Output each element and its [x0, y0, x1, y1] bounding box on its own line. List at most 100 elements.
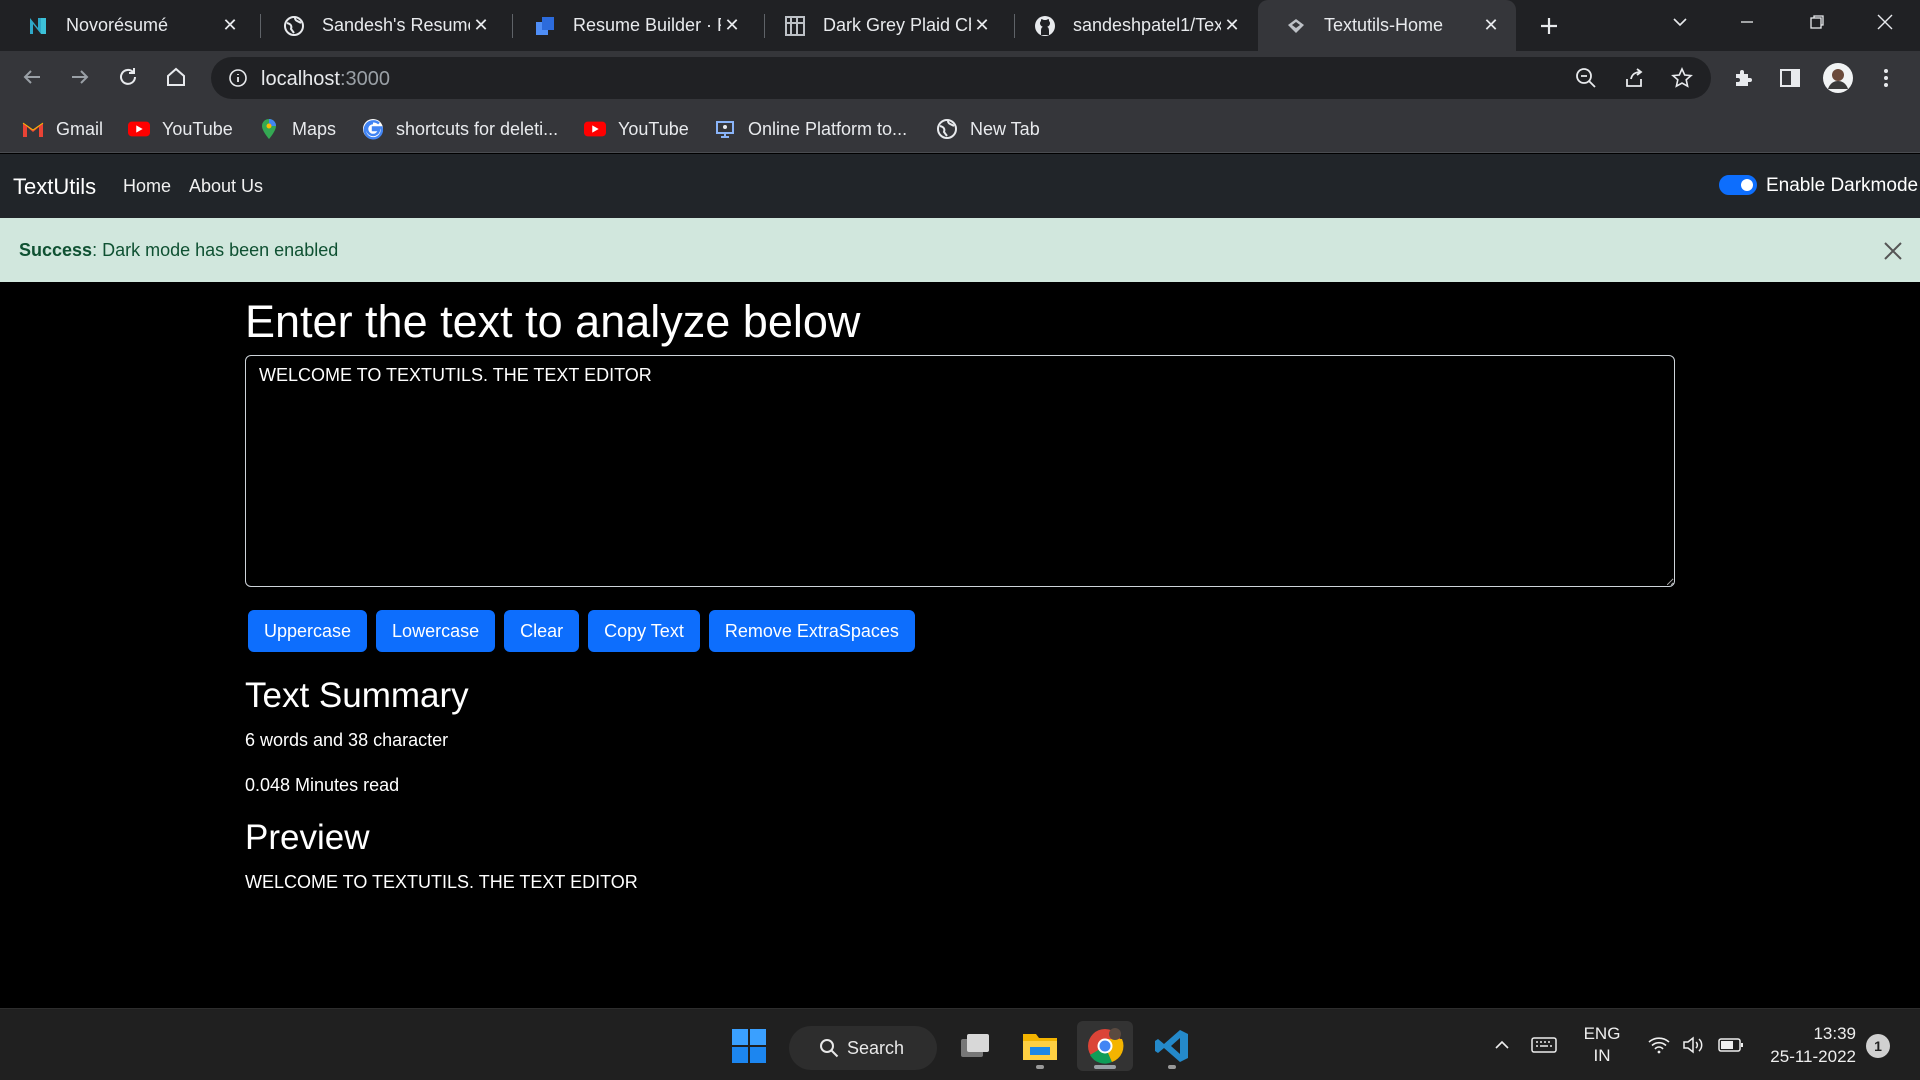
bookmark-gmail[interactable]: Gmail: [22, 116, 103, 142]
task-view-icon: [961, 1034, 989, 1057]
notification-badge[interactable]: 1: [1866, 1034, 1890, 1058]
side-panel-button[interactable]: [1773, 61, 1807, 95]
language-indicator[interactable]: ENG IN: [1578, 1009, 1626, 1080]
platform-icon: [714, 118, 736, 140]
close-tab-icon[interactable]: ✕: [721, 15, 743, 37]
tab-textutils-home[interactable]: Textutils-Home ✕: [1258, 0, 1516, 51]
file-explorer-button[interactable]: [1012, 1021, 1068, 1071]
chrome-icon: [1088, 1028, 1124, 1064]
bookmark-label: Online Platform to...: [748, 118, 908, 139]
lang-region: IN: [1593, 1046, 1611, 1065]
tab-github[interactable]: sandeshpatel1/Textu ✕: [1007, 0, 1257, 51]
address-bar[interactable]: localhost:3000: [211, 57, 1711, 99]
bookmark-label: YouTube: [618, 118, 689, 139]
youtube-icon: [584, 118, 606, 140]
github-icon: [1033, 14, 1057, 38]
plaid-icon: [783, 14, 807, 38]
start-button[interactable]: [721, 1021, 777, 1071]
running-indicator: [1094, 1065, 1116, 1069]
chrome-menu-button[interactable]: [1869, 61, 1903, 95]
read-time: 0.048 Minutes read: [245, 775, 400, 795]
wifi-status[interactable]: [1644, 1009, 1674, 1080]
close-tab-icon[interactable]: ✕: [219, 15, 241, 37]
battery-status[interactable]: [1714, 1009, 1748, 1080]
novoresume-icon: [26, 14, 50, 38]
arrow-left-icon: [23, 70, 40, 84]
forward-button[interactable]: [62, 59, 98, 95]
navbar-brand[interactable]: TextUtils: [13, 174, 96, 200]
site-info-icon[interactable]: [225, 65, 251, 91]
chrome-taskbar-button[interactable]: [1077, 1021, 1133, 1071]
reload-icon: [120, 68, 136, 85]
taskbar-search[interactable]: Search: [789, 1026, 937, 1070]
avatar-icon: [1823, 63, 1853, 93]
restore-icon: [1810, 15, 1824, 29]
page-title: Enter the text to analyze below: [245, 296, 861, 347]
home-icon: [167, 67, 185, 86]
battery-icon: [1718, 1038, 1743, 1052]
wifi-icon: [1648, 1037, 1670, 1054]
close-tab-icon[interactable]: ✕: [1480, 15, 1502, 37]
darkmode-toggle[interactable]: [1719, 175, 1757, 195]
preview-text: WELCOME TO TEXTUTILS. THE TEXT EDITOR: [245, 872, 638, 892]
url-host: localhost: [261, 68, 340, 90]
vscode-taskbar-button[interactable]: [1144, 1021, 1200, 1071]
task-view-button[interactable]: [947, 1021, 1003, 1071]
new-tab-button[interactable]: [1532, 9, 1566, 43]
bookmark-shortcuts[interactable]: shortcuts for deleti...: [362, 116, 558, 142]
tab-title: Textutils-Home: [1324, 15, 1444, 35]
bookmark-youtube[interactable]: YouTube: [128, 116, 233, 142]
back-button[interactable]: [14, 59, 50, 95]
tab-title: sandeshpatel1/Textu: [1073, 15, 1221, 35]
bookmark-maps[interactable]: Maps: [258, 116, 336, 142]
bookmark-new-tab[interactable]: New Tab: [936, 116, 1040, 142]
chevron-up-icon: [1495, 1040, 1509, 1049]
lowercase-button[interactable]: Lowercase: [376, 610, 496, 652]
clock[interactable]: 13:39 25-11-2022: [1760, 1009, 1856, 1080]
tab-search-button[interactable]: [1650, 0, 1710, 44]
gmail-icon: [22, 118, 44, 140]
tab-dark-grey-plaid[interactable]: Dark Grey Plaid Che ✕: [757, 0, 1007, 51]
alert-type: Success: [19, 240, 93, 260]
nav-link-about[interactable]: About Us: [189, 176, 263, 197]
globe-icon: [282, 14, 306, 38]
home-button[interactable]: [158, 59, 194, 95]
running-indicator: [1168, 1065, 1176, 1069]
search-label: Search: [847, 1037, 905, 1058]
textutils-icon: [1284, 14, 1308, 38]
share-icon[interactable]: [1621, 65, 1647, 91]
clear-button[interactable]: Clear: [504, 610, 580, 652]
minimize-button[interactable]: [1717, 0, 1777, 44]
lang-code: ENG: [1583, 1024, 1621, 1043]
remove-extraspaces-button[interactable]: Remove ExtraSpaces: [708, 610, 915, 652]
alert-message: : Dark mode has been enabled: [92, 240, 339, 260]
restore-button[interactable]: [1787, 0, 1847, 44]
chevron-down-icon: [1673, 18, 1687, 27]
uppercase-button[interactable]: Uppercase: [248, 610, 368, 652]
reload-button[interactable]: [110, 59, 146, 95]
volume-status[interactable]: [1679, 1009, 1709, 1080]
bookmark-online-platform[interactable]: Online Platform to...: [714, 116, 907, 142]
side-panel-icon: [1780, 69, 1800, 87]
preview-heading: Preview: [245, 818, 370, 857]
copy-text-button[interactable]: Copy Text: [588, 610, 700, 652]
close-tab-icon[interactable]: ✕: [971, 15, 993, 37]
tab-novoresume[interactable]: Novorésumé ✕: [0, 0, 255, 51]
profile-avatar[interactable]: [1821, 61, 1855, 95]
show-hidden-icons-button[interactable]: [1486, 1009, 1518, 1080]
text-input[interactable]: WELCOME TO TEXTUTILS. THE TEXT EDITOR: [245, 355, 1675, 587]
zoom-icon[interactable]: [1573, 65, 1599, 91]
tab-sandesh-resume[interactable]: Sandesh's Resume.p ✕: [256, 0, 506, 51]
tab-resume-builder[interactable]: Resume Builder · Re ✕: [507, 0, 757, 51]
bookmark-youtube-2[interactable]: YouTube: [584, 116, 689, 142]
success-alert: Success: Dark mode has been enabled: [0, 218, 1920, 282]
close-tab-icon[interactable]: ✕: [470, 15, 492, 37]
close-tab-icon[interactable]: ✕: [1221, 15, 1243, 37]
touch-keyboard-button[interactable]: [1528, 1009, 1560, 1080]
star-icon[interactable]: [1669, 65, 1695, 91]
alert-text: Success: Dark mode has been enabled: [19, 240, 338, 261]
close-window-button[interactable]: [1855, 0, 1915, 44]
extensions-button[interactable]: [1726, 61, 1760, 95]
nav-link-home[interactable]: Home: [123, 176, 171, 197]
alert-close-button[interactable]: [1880, 238, 1906, 264]
